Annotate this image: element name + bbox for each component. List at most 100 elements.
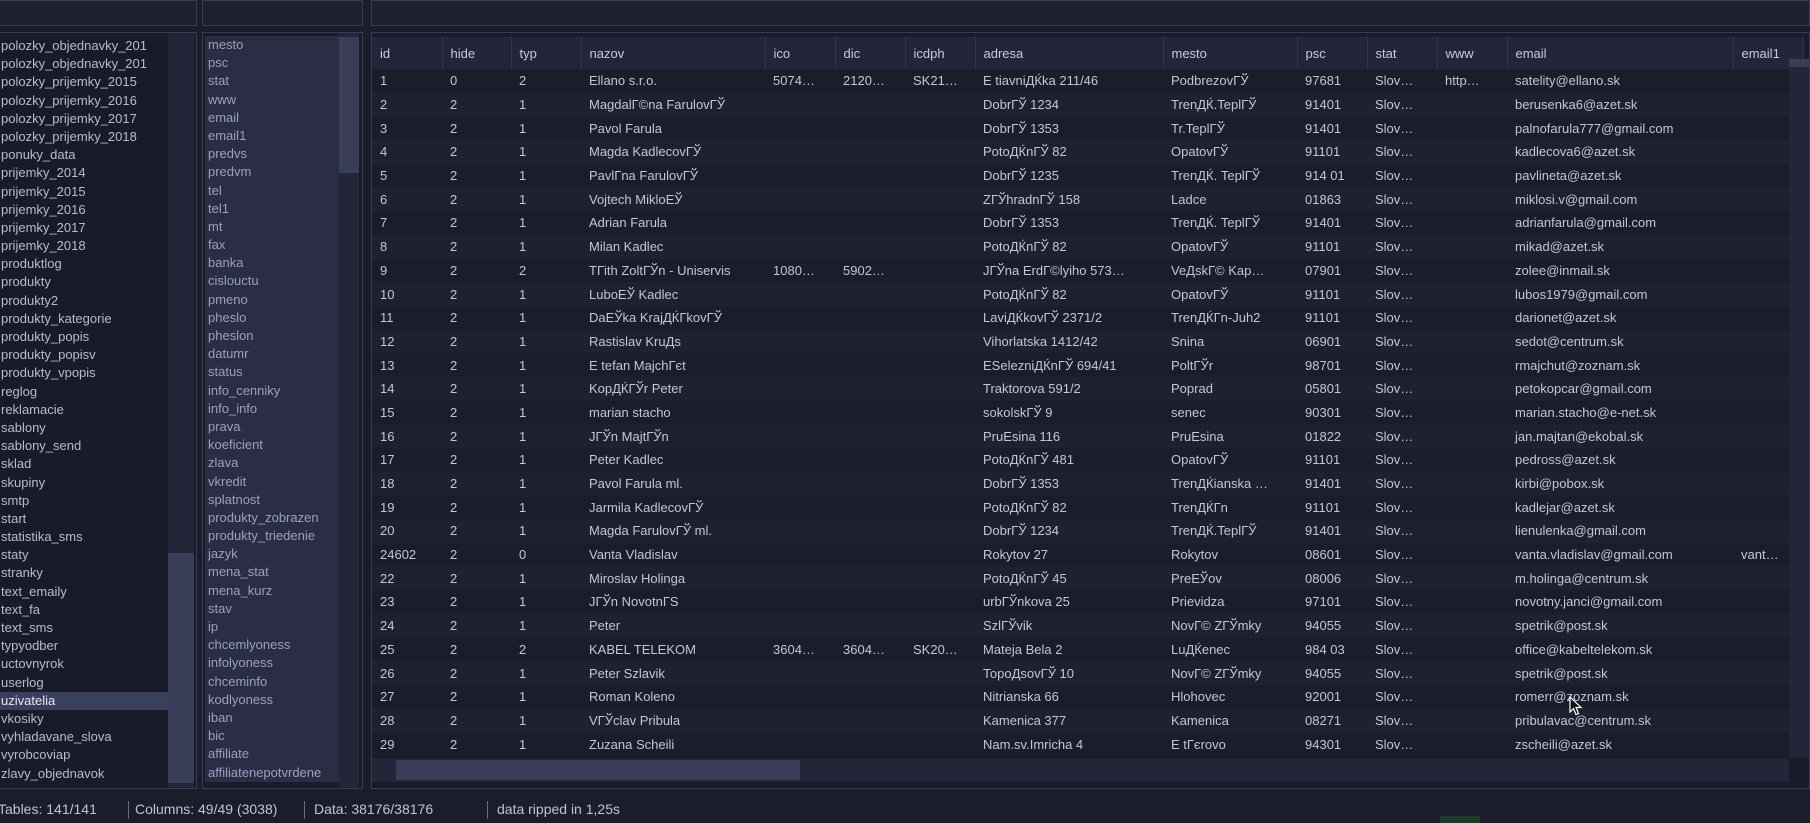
grid-cell-email[interactable]: m.holinga@centrum.sk bbox=[1507, 566, 1733, 591]
grid-cell-mesto[interactable]: Snina bbox=[1163, 329, 1297, 354]
table-list-item[interactable]: vkosiky bbox=[0, 710, 169, 728]
table-list-item[interactable]: skupiny bbox=[0, 474, 169, 492]
grid-cell-dic[interactable] bbox=[835, 590, 905, 614]
column-header-icdph[interactable]: icdph bbox=[905, 37, 976, 69]
grid-cell-hide[interactable]: 2 bbox=[442, 353, 511, 377]
table-list-item[interactable]: produkty_popisv bbox=[0, 346, 169, 364]
grid-cell-id[interactable]: 20 bbox=[372, 519, 442, 543]
grid-cell-id[interactable]: 7 bbox=[372, 211, 442, 235]
grid-cell-adresa[interactable]: urbГЎnkova 25 bbox=[975, 590, 1163, 614]
grid-cell-hide[interactable]: 2 bbox=[442, 400, 511, 425]
grid-cell-typ[interactable]: 1 bbox=[511, 519, 581, 543]
grid-cell-id[interactable]: 24602 bbox=[372, 542, 442, 567]
grid-cell-typ[interactable]: 1 bbox=[511, 590, 581, 614]
grid-cell-stat[interactable]: Slov… bbox=[1367, 424, 1437, 448]
grid-cell-dic[interactable] bbox=[835, 519, 905, 543]
grid-cell-hide[interactable]: 2 bbox=[442, 519, 511, 543]
grid-cell-psc[interactable]: 91401 bbox=[1297, 116, 1367, 141]
grid-cell-mesto[interactable]: TrenДЌ. TeplГЎ bbox=[1163, 211, 1297, 235]
grid-cell-mesto[interactable]: OpatovГЎ bbox=[1163, 448, 1297, 472]
table-list-item[interactable]: stranky bbox=[0, 564, 169, 582]
grid-cell-adresa[interactable]: ZГЎhradnГЎ 158 bbox=[975, 187, 1163, 212]
column-header-psc[interactable]: psc bbox=[1297, 37, 1368, 69]
grid-cell-dic[interactable] bbox=[835, 684, 905, 709]
table-list-item[interactable]: polozky_prijemky_2017 bbox=[0, 110, 169, 128]
grid-cell-email[interactable]: sedot@centrum.sk bbox=[1507, 329, 1733, 354]
grid-cell-stat[interactable]: Slov… bbox=[1367, 163, 1437, 188]
grid-cell-stat[interactable]: Slov… bbox=[1367, 211, 1437, 235]
grid-cell-email[interactable]: petokopcar@gmail.com bbox=[1507, 376, 1733, 401]
grid-cell-email[interactable]: kadlejar@azet.sk bbox=[1507, 495, 1733, 520]
grid-cell-id[interactable]: 1 bbox=[372, 69, 442, 93]
grid-cell-stat[interactable]: Slov… bbox=[1367, 187, 1437, 212]
column-list-item[interactable]: www bbox=[205, 91, 339, 109]
grid-cell-nazov[interactable]: KopДЌГЎr Peter bbox=[581, 376, 765, 401]
grid-cell-id[interactable]: 16 bbox=[372, 424, 442, 448]
grid-cell-hide[interactable]: 2 bbox=[442, 187, 511, 212]
grid-cell-email[interactable]: jan.majtan@ekobal.sk bbox=[1507, 424, 1733, 448]
grid-cell-ico[interactable] bbox=[765, 613, 835, 638]
column-list-item[interactable]: zlava bbox=[205, 454, 339, 472]
column-list-item[interactable]: infolyoness bbox=[205, 654, 339, 672]
grid-cell-hide[interactable]: 2 bbox=[442, 495, 511, 520]
column-list-item[interactable]: banka bbox=[205, 254, 339, 272]
grid-cell-email[interactable]: zscheili@azet.sk bbox=[1507, 732, 1733, 756]
grid-cell-ico[interactable] bbox=[765, 566, 835, 591]
grid-cell-id[interactable]: 9 bbox=[372, 258, 442, 283]
table-list-item[interactable]: zlavy_objednavok bbox=[0, 765, 169, 783]
grid-cell-www[interactable] bbox=[1437, 566, 1507, 591]
grid-cell-dic[interactable] bbox=[835, 187, 905, 212]
grid-cell-icdph[interactable] bbox=[905, 732, 975, 756]
column-list-item[interactable]: cislouctu bbox=[205, 272, 339, 290]
grid-cell-nazov[interactable]: VГЎclav Pribula bbox=[581, 708, 765, 733]
column-list-item[interactable]: produkty_triedenie bbox=[205, 527, 339, 545]
column-header-hide[interactable]: hide bbox=[442, 37, 512, 69]
grid-cell-mesto[interactable]: PruEsina bbox=[1163, 424, 1297, 448]
grid-vertical-scrollbar[interactable] bbox=[1789, 59, 1809, 758]
grid-cell-icdph[interactable] bbox=[905, 424, 975, 448]
grid-cell-mesto[interactable]: PreЕЎov bbox=[1163, 566, 1297, 591]
grid-cell-psc[interactable]: 01822 bbox=[1297, 424, 1367, 448]
grid-cell-ico[interactable] bbox=[765, 282, 835, 306]
table-list-item[interactable]: produkty bbox=[0, 273, 169, 291]
grid-cell-ico[interactable] bbox=[765, 708, 835, 733]
column-header-ico[interactable]: ico bbox=[765, 37, 836, 69]
grid-cell-dic[interactable] bbox=[835, 234, 905, 259]
grid-cell-ico[interactable] bbox=[765, 684, 835, 709]
grid-cell-hide[interactable]: 2 bbox=[442, 590, 511, 614]
column-header-adresa[interactable]: adresa bbox=[975, 37, 1164, 69]
grid-cell-email[interactable]: lubos1979@gmail.com bbox=[1507, 282, 1733, 306]
grid-cell-dic[interactable] bbox=[835, 376, 905, 401]
grid-cell-ico[interactable] bbox=[765, 329, 835, 354]
grid-cell-stat[interactable]: Slov… bbox=[1367, 400, 1437, 425]
table-row[interactable]: 5 2 1 PavlГ­na FarulovГЎ DobrГЎ 1235 TrenДЌ. … bbox=[372, 163, 1803, 188]
grid-cell-id[interactable]: 29 bbox=[372, 732, 442, 756]
grid-cell-icdph[interactable] bbox=[905, 329, 975, 354]
grid-cell-ico[interactable] bbox=[765, 163, 835, 188]
grid-cell-nazov[interactable]: Milan Kadlec bbox=[581, 234, 765, 259]
table-row[interactable]: 6 2 1 Vojtech MikloЕЎ ZГЎhradnГЎ 158 Ladce 018… bbox=[372, 187, 1803, 212]
column-list-item[interactable]: info_info bbox=[205, 400, 339, 418]
grid-cell-psc[interactable]: 94055 bbox=[1297, 613, 1367, 638]
grid-cell-nazov[interactable]: Jarmila KadlecovГЎ bbox=[581, 495, 765, 520]
table-list-item[interactable]: text_sms bbox=[0, 619, 169, 637]
grid-cell-www[interactable] bbox=[1437, 187, 1507, 212]
grid-cell-psc[interactable]: 91101 bbox=[1297, 140, 1367, 164]
tables-scrollbar[interactable] bbox=[168, 33, 194, 788]
grid-cell-psc[interactable]: 984 03 bbox=[1297, 637, 1367, 662]
column-list-item[interactable]: kodlyoness bbox=[205, 691, 339, 709]
table-list-item[interactable]: prijemky_2017 bbox=[0, 219, 169, 237]
table-list-item[interactable]: polozky_prijemky_2018 bbox=[0, 128, 169, 146]
grid-cell-stat[interactable]: Slov… bbox=[1367, 92, 1437, 117]
grid-cell-icdph[interactable] bbox=[905, 613, 975, 638]
grid-cell-hide[interactable]: 2 bbox=[442, 448, 511, 472]
grid-cell-stat[interactable]: Slov… bbox=[1367, 305, 1437, 330]
table-row[interactable]: 8 2 1 Milan Kadlec PotoДЌnГЎ 82 OpatovГЎ 91101… bbox=[372, 234, 1803, 259]
table-list-item[interactable]: produkty2 bbox=[0, 292, 169, 310]
grid-cell-www[interactable] bbox=[1437, 471, 1507, 496]
column-list-item[interactable]: produkty_zobrazen bbox=[205, 509, 339, 527]
grid-cell-psc[interactable]: 97101 bbox=[1297, 590, 1367, 614]
table-row[interactable]: 16 2 1 JГЎn MajtГЎn PruEsina 116 PruEsina 0182… bbox=[372, 424, 1803, 448]
table-row[interactable]: 12 2 1 Rastislav KruДѕ Vihorlatska 1412/42 Sn… bbox=[372, 329, 1803, 354]
grid-cell-id[interactable]: 11 bbox=[372, 305, 442, 330]
